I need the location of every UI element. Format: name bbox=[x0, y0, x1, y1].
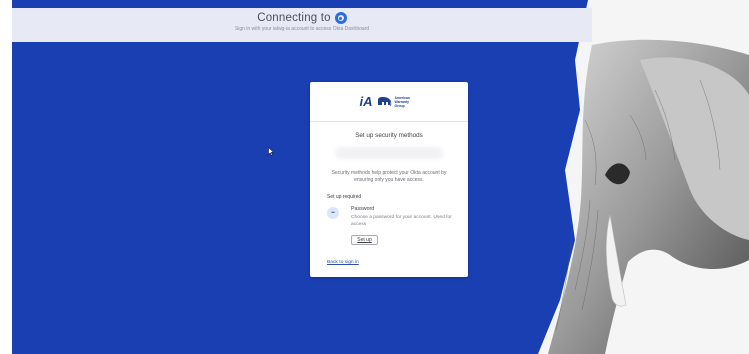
connecting-title: Connecting to bbox=[12, 12, 592, 24]
page-left-margin bbox=[0, 0, 12, 354]
card-heading: Set up security methods bbox=[355, 132, 423, 139]
connecting-title-text: Connecting to bbox=[257, 12, 331, 24]
connecting-header: Connecting to Sign in with your ialwg-ia… bbox=[12, 8, 592, 42]
password-description: Choose a password for your account. Used… bbox=[351, 215, 452, 227]
mouse-pointer-icon bbox=[268, 147, 274, 156]
sign-in-card: iA American Warranty Group Set up securi… bbox=[310, 82, 468, 277]
setup-required-label: Set up required bbox=[327, 194, 362, 200]
logo-text: American Warranty Group bbox=[394, 95, 410, 108]
back-to-sign-in-link[interactable]: Back to sign in bbox=[327, 260, 359, 265]
card-description: Security methods help protect your Okta … bbox=[331, 170, 447, 183]
okta-logo-icon bbox=[334, 12, 347, 24]
obscured-username bbox=[335, 147, 443, 159]
password-title: Password bbox=[351, 206, 375, 212]
connecting-subtitle: Sign in with your ialwg-ia account to ac… bbox=[234, 26, 370, 32]
logo-mark: iA bbox=[359, 94, 373, 109]
logo-elephant-icon bbox=[377, 97, 391, 107]
organization-logo: iA American Warranty Group bbox=[310, 82, 468, 122]
set-up-button[interactable]: Set up bbox=[351, 235, 378, 245]
password-icon: •• bbox=[327, 207, 339, 219]
